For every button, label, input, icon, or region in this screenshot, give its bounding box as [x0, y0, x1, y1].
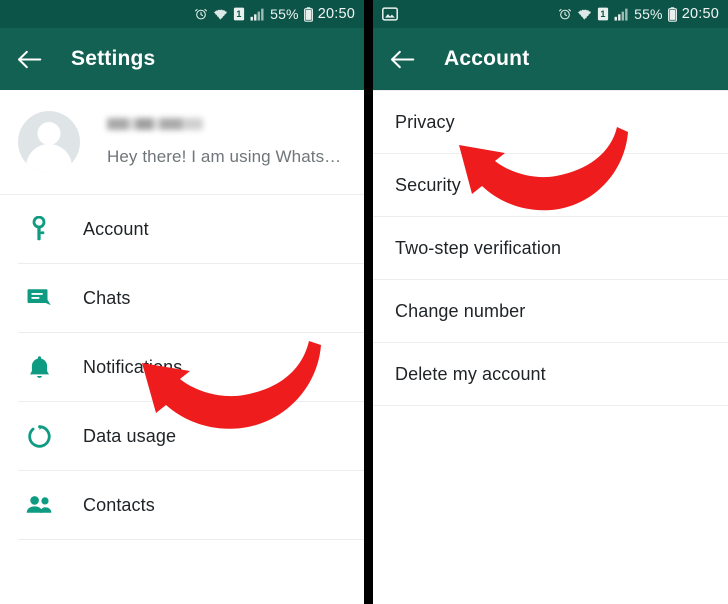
settings-content: Hey there! I am using Whats… Account Cha…	[0, 90, 364, 604]
profile-text-block: Hey there! I am using Whats…	[107, 117, 342, 167]
sidebar-item-account[interactable]: Account	[0, 195, 364, 263]
svg-text:1: 1	[236, 9, 241, 19]
status-bar-right-icons: 1 55% 20:50	[194, 6, 355, 22]
right-phone-screen: 1 55% 20:50 Account Privacy Security Two…	[373, 0, 728, 604]
back-arrow-icon[interactable]	[387, 44, 417, 74]
data-usage-circle-icon	[25, 422, 53, 450]
battery-icon	[667, 6, 677, 22]
profile-name-blurred	[107, 117, 203, 130]
sidebar-item-label: Chats	[83, 287, 131, 308]
status-bar-left-icons	[382, 7, 558, 21]
alarm-clock-icon	[558, 7, 572, 21]
profile-row[interactable]: Hey there! I am using Whats…	[0, 90, 364, 194]
account-item-label: Two-step verification	[395, 237, 562, 258]
clock-time-label: 20:50	[681, 6, 719, 22]
wifi-icon	[577, 8, 592, 21]
contacts-people-icon	[25, 491, 53, 519]
clock-time-label: 20:50	[317, 6, 355, 22]
account-content: Privacy Security Two-step verification C…	[373, 90, 728, 604]
account-item-two-step-verification[interactable]: Two-step verification	[373, 217, 728, 279]
battery-icon	[303, 6, 313, 22]
default-avatar-icon	[18, 111, 80, 173]
app-bar-account: Account	[373, 28, 728, 90]
wifi-icon	[213, 8, 228, 21]
account-item-label: Change number	[395, 300, 526, 321]
profile-status-text: Hey there! I am using Whats…	[107, 146, 342, 166]
account-item-label: Security	[395, 174, 461, 195]
sidebar-item-notifications[interactable]: Notifications	[0, 333, 364, 401]
status-bar-left: 1 55% 20:50	[0, 0, 364, 28]
panel-divider	[364, 0, 373, 604]
account-item-change-number[interactable]: Change number	[373, 280, 728, 342]
divider	[373, 405, 728, 406]
left-phone-screen: 1 55% 20:50 Settings Hey there! I am usi…	[0, 0, 364, 604]
status-bar-right: 1 55% 20:50	[373, 0, 728, 28]
bell-icon	[25, 353, 53, 381]
screenshot-image-icon	[382, 7, 398, 21]
sidebar-item-chats[interactable]: Chats	[0, 264, 364, 332]
battery-percent-label: 55%	[634, 6, 663, 22]
screenshot-pair: 1 55% 20:50 Settings Hey there! I am usi…	[0, 0, 728, 604]
page-title: Account	[444, 47, 530, 70]
account-item-label: Delete my account	[395, 363, 546, 384]
page-title: Settings	[71, 47, 156, 70]
svg-text:1: 1	[600, 9, 605, 19]
alarm-clock-icon	[194, 7, 208, 21]
battery-percent-label: 55%	[270, 6, 299, 22]
avatar-head-shape	[37, 122, 61, 145]
divider	[18, 539, 364, 540]
sim-card-1-icon: 1	[233, 7, 245, 21]
sidebar-item-label: Notifications	[83, 356, 183, 377]
cellular-signal-icon	[614, 8, 629, 21]
sidebar-item-label: Account	[83, 218, 149, 239]
account-item-privacy[interactable]: Privacy	[373, 91, 728, 153]
account-item-label: Privacy	[395, 111, 455, 132]
status-bar-right-icons: 1 55% 20:50	[558, 6, 719, 22]
sidebar-item-data-usage[interactable]: Data usage	[0, 402, 364, 470]
cellular-signal-icon	[250, 8, 265, 21]
key-icon	[25, 215, 53, 243]
sidebar-item-label: Data usage	[83, 425, 177, 446]
app-bar-settings: Settings	[0, 28, 364, 90]
chat-bubble-icon	[25, 284, 53, 312]
account-item-security[interactable]: Security	[373, 154, 728, 216]
account-item-delete-my-account[interactable]: Delete my account	[373, 343, 728, 405]
sidebar-item-contacts[interactable]: Contacts	[0, 471, 364, 539]
back-arrow-icon[interactable]	[14, 44, 44, 74]
avatar-body-shape	[26, 144, 72, 173]
sim-card-1-icon: 1	[597, 7, 609, 21]
sidebar-item-label: Contacts	[83, 494, 155, 515]
